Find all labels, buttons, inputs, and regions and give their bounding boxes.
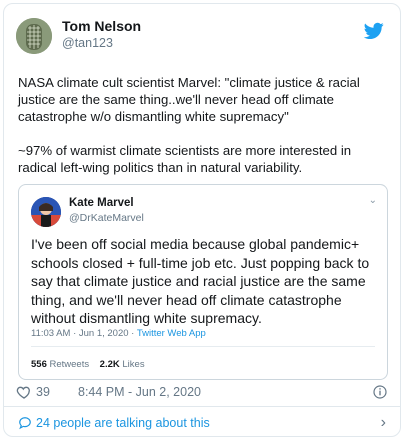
chevron-down-icon[interactable]: ⌄ bbox=[369, 195, 377, 206]
speech-bubble-icon bbox=[19, 417, 31, 430]
author-handle[interactable]: @tan123 bbox=[62, 36, 113, 50]
like-count[interactable]: 39 bbox=[36, 385, 50, 399]
conversation-link[interactable]: 24 people are talking about this bbox=[36, 416, 210, 430]
like-count[interactable]: 2.2K bbox=[100, 359, 120, 370]
embedded-tweet-card[interactable]: Tom Nelson @tan123 NASA climate cult sci… bbox=[3, 3, 401, 437]
quoted-source[interactable]: Twitter Web App bbox=[137, 328, 206, 339]
divider bbox=[31, 346, 375, 347]
tweet-paragraph: ~97% of warmist climate scientists are m… bbox=[18, 143, 355, 175]
quoted-meta: 11:03 AM · Jun 1, 2020 · Twitter Web App bbox=[31, 328, 206, 339]
chevron-right-icon[interactable]: › bbox=[381, 414, 386, 432]
quoted-tweet[interactable]: Kate Marvel @DrKateMarvel ⌄ I've been of… bbox=[18, 184, 388, 380]
retweet-label: Retweets bbox=[46, 359, 90, 370]
avatar[interactable] bbox=[16, 18, 52, 54]
like-label: Likes bbox=[119, 359, 145, 370]
tweet-timestamp[interactable]: 8:44 PM - Jun 2, 2020 bbox=[78, 385, 201, 399]
author-name[interactable]: Tom Nelson bbox=[62, 18, 141, 34]
tweet-actions: 39 8:44 PM - Jun 2, 2020 bbox=[16, 384, 388, 402]
quoted-stats: 556 Retweets 2.2K Likes bbox=[31, 359, 145, 370]
quoted-timestamp[interactable]: 11:03 AM · Jun 1, 2020 · bbox=[31, 328, 137, 339]
twitter-bird-icon[interactable] bbox=[364, 22, 384, 40]
retweet-count[interactable]: 556 bbox=[31, 359, 47, 370]
tweet-header: Tom Nelson @tan123 bbox=[16, 18, 388, 68]
heart-icon[interactable] bbox=[16, 384, 32, 400]
info-icon[interactable] bbox=[372, 384, 388, 400]
tweet-text: NASA climate cult scientist Marvel: "cli… bbox=[18, 74, 390, 193]
tweet-paragraph: NASA climate cult scientist Marvel: "cli… bbox=[18, 75, 364, 124]
quoted-text: I've been off social media because globa… bbox=[31, 236, 370, 326]
quoted-author-handle[interactable]: @DrKateMarvel bbox=[69, 212, 144, 224]
quoted-author-name[interactable]: Kate Marvel bbox=[69, 197, 134, 209]
quoted-avatar[interactable] bbox=[31, 197, 61, 227]
conversation-footer[interactable]: 24 people are talking about this › bbox=[4, 406, 400, 439]
